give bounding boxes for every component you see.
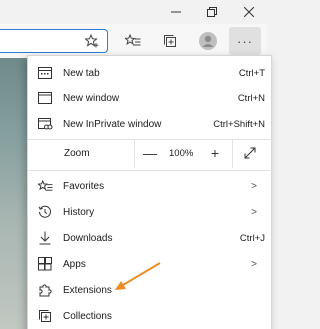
- zoom-label: Zoom: [64, 148, 90, 159]
- settings-and-more-button[interactable]: ···: [229, 27, 261, 55]
- add-favorite-button[interactable]: [84, 33, 100, 49]
- menu-item-new-inprivate-window[interactable]: New InPrivate window Ctrl+Shift+N: [28, 111, 273, 137]
- apps-label: Apps: [63, 258, 86, 270]
- menu-divider: [28, 170, 273, 171]
- fullscreen-button[interactable]: [240, 143, 260, 163]
- collections-icon: [164, 35, 176, 47]
- fullscreen-icon: [244, 147, 256, 159]
- new-window-icon: [37, 90, 53, 106]
- favorites-label: Favorites: [63, 180, 105, 192]
- collections-icon: [37, 308, 53, 324]
- menu-divider: [28, 139, 273, 140]
- annotation-arrow-icon: [115, 262, 161, 290]
- downloads-shortcut: Ctrl+J: [239, 232, 265, 244]
- favorites-icon: [37, 178, 53, 194]
- close-button[interactable]: [231, 0, 267, 24]
- new-inprivate-label: New InPrivate window: [63, 118, 162, 130]
- minimize-icon: [171, 11, 181, 13]
- new-tab-shortcut: Ctrl+T: [238, 67, 265, 79]
- zoom-level: 100%: [169, 148, 194, 159]
- avatar: [199, 32, 217, 50]
- chevron-right-icon: >: [251, 180, 257, 192]
- history-label: History: [63, 206, 95, 218]
- new-tab-label: New tab: [63, 67, 100, 79]
- menu-item-new-tab[interactable]: New tab Ctrl+T: [28, 60, 273, 86]
- zoom-divider-2: [232, 140, 233, 168]
- more-dots-icon: ···: [237, 33, 253, 49]
- menu-item-downloads[interactable]: Downloads Ctrl+J: [28, 225, 273, 251]
- apps-icon: [37, 256, 53, 272]
- zoom-divider: [134, 140, 135, 168]
- chevron-right-icon: >: [251, 206, 257, 218]
- inprivate-icon: [37, 116, 53, 132]
- history-icon: [37, 204, 53, 220]
- star-add-icon: [85, 34, 99, 48]
- restore-icon: [207, 7, 217, 17]
- zoom-out-button[interactable]: —: [140, 142, 160, 164]
- downloads-label: Downloads: [63, 232, 113, 244]
- favorites-icon: [125, 34, 141, 46]
- chevron-right-icon: >: [251, 258, 257, 270]
- puzzle-icon: [37, 282, 53, 298]
- close-icon: [244, 7, 254, 17]
- browser-toolbar: ···: [0, 24, 267, 58]
- menu-item-favorites[interactable]: Favorites >: [28, 173, 273, 199]
- zoom-in-button[interactable]: +: [205, 142, 225, 164]
- favorites-button[interactable]: [124, 33, 142, 49]
- profile-button[interactable]: [198, 31, 218, 51]
- menu-item-history[interactable]: History >: [28, 199, 273, 225]
- menu-item-collections[interactable]: Collections: [28, 303, 273, 329]
- new-window-shortcut: Ctrl+N: [237, 92, 265, 104]
- collections-toolbar-button[interactable]: [162, 33, 178, 49]
- minimize-button[interactable]: [158, 0, 194, 24]
- extensions-label: Extensions: [63, 284, 112, 296]
- menu-item-new-window[interactable]: New window Ctrl+N: [28, 85, 273, 111]
- restore-button[interactable]: [194, 0, 230, 24]
- collections-label: Collections: [63, 310, 112, 322]
- new-tab-icon: [37, 65, 53, 81]
- plus-icon: +: [210, 145, 220, 161]
- download-icon: [37, 230, 53, 246]
- new-inprivate-shortcut: Ctrl+Shift+N: [213, 118, 265, 130]
- minus-icon: —: [143, 145, 157, 161]
- address-bar[interactable]: [0, 29, 108, 53]
- new-window-label: New window: [63, 92, 120, 104]
- title-bar: [0, 0, 267, 24]
